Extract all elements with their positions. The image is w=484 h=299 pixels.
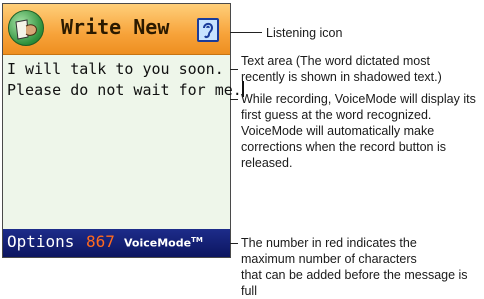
speaking-head-icon bbox=[8, 10, 44, 46]
callout-text-area: Text area (The word dictated most recent… bbox=[241, 53, 442, 85]
trademark: TM bbox=[191, 236, 203, 244]
options-softkey[interactable]: Options bbox=[7, 232, 74, 251]
title-bar: Write New bbox=[3, 4, 230, 55]
callout-line: corrections when the record button is bbox=[241, 140, 446, 154]
callout-line: The number in red indicates the bbox=[241, 236, 417, 250]
callout-line: recently is shown in shadowed text.) bbox=[241, 70, 442, 84]
leader-line-text-area bbox=[230, 69, 238, 70]
message-text-area[interactable]: I will talk to you soon. Please do not w… bbox=[7, 59, 244, 229]
callout-char-count: The number in red indicates the maximum … bbox=[241, 235, 484, 299]
leader-line-count bbox=[230, 243, 238, 244]
text-line: I will talk to you soon. bbox=[7, 60, 224, 78]
text-line-content: Please do not wait for me. bbox=[7, 81, 242, 99]
callout-line: Text area (The word dictated most bbox=[241, 54, 430, 68]
callout-line: While recording, VoiceMode will display … bbox=[241, 92, 476, 106]
voicemode-logo: VoiceModeTM bbox=[124, 236, 203, 250]
callout-listening-icon: Listening icon bbox=[266, 25, 342, 41]
callout-line: maximum number of characters bbox=[241, 252, 417, 266]
text-line-last: Please do not wait for me. bbox=[7, 80, 244, 101]
callout-line: first guess at the word recognized. bbox=[241, 108, 432, 122]
phone-screen: Write New I will talk to you soon. Pleas… bbox=[2, 3, 244, 258]
callout-line: that can be added before the message is … bbox=[241, 268, 468, 298]
callout-line: VoiceMode will automatically make bbox=[241, 124, 435, 138]
leader-line-listening bbox=[230, 32, 262, 33]
callout-text: Listening icon bbox=[266, 26, 343, 40]
callout-line: released. bbox=[241, 156, 293, 170]
callout-recording: While recording, VoiceMode will display … bbox=[241, 91, 476, 171]
ear-icon bbox=[197, 18, 219, 42]
character-count: 867 bbox=[86, 232, 115, 251]
leader-line-recording bbox=[230, 99, 238, 100]
page-title: Write New bbox=[61, 15, 170, 39]
soft-key-bar: Options 867 VoiceModeTM bbox=[3, 229, 230, 257]
brand-name: VoiceMode bbox=[124, 236, 192, 250]
